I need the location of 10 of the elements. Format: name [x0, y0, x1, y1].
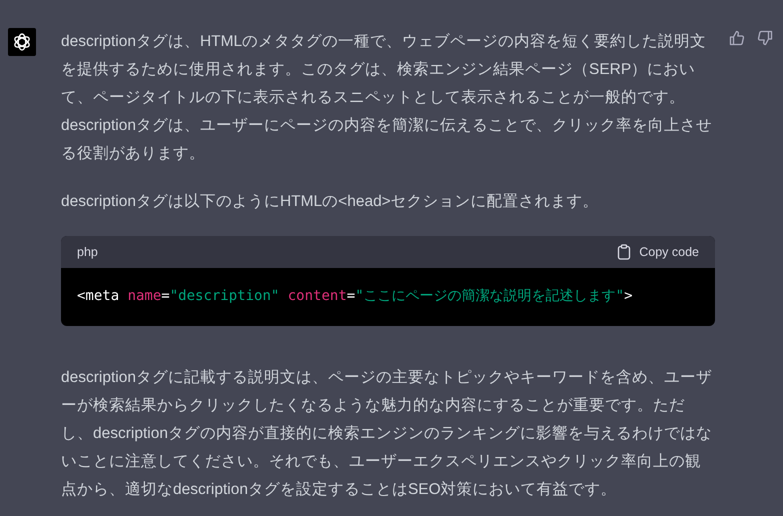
- logo-icon: [12, 32, 32, 52]
- answer-paragraph: descriptionタグは、HTMLのメタタグの一種で、ウェブページの内容を短く要約した説明文を提供するために使用されます。このタグは、検索エンジン結果ページ（SERP）において、ページタイトルの下に表示されるスニペットとして表示されることが一般的です。descriptionタグは、ユーザーにページの内容を簡潔に伝えることで、クリック率を向上させる役割があります。: [61, 32, 713, 164]
- code-line: <meta name="description" content="ここにページの簡潔な説明を記述します">: [77, 288, 632, 304]
- thumbs-up-icon[interactable]: [729, 30, 745, 46]
- copy-code-button[interactable]: Copy code: [617, 244, 699, 260]
- code-language: php: [77, 245, 98, 259]
- clipboard-icon: [617, 244, 632, 260]
- thumbs-down-icon[interactable]: [757, 30, 773, 46]
- answer-paragraph: descriptionタグは以下のようにHTMLの<head>セクションに配置されます。: [61, 192, 600, 212]
- answer-paragraph: descriptionタグに記載する説明文は、ページの主要なトピックやキーワードを含め、ユーザーが検索結果からクリックしたくなるような魅力的な内容にすることが重要です。ただし、descriptionタグの内容が直接的に検索エンジンのランキングに影響を与えるわけではないことに注意してください。それでも、ユーザーエクスペリエンスやクリック率向上の観点から、適切なdescriptionタグを設定することはSEO対策において有益です。: [61, 368, 713, 500]
